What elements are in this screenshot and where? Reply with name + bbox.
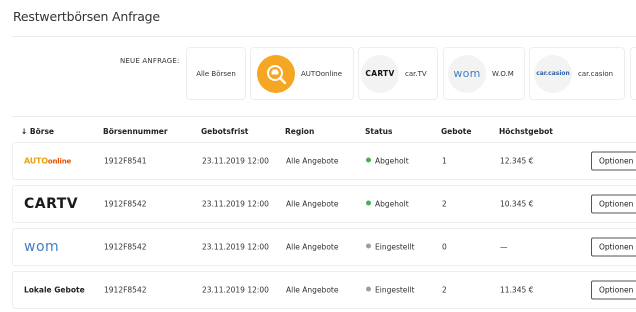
carcasion-logo: car.casion [534,54,572,93]
column-header-gebote[interactable]: Gebote [441,127,471,136]
status-dot-green [366,157,371,163]
boersennummer: 1912F8542 [104,285,147,295]
gebotsfrist: 23.11.2019 12:00 [202,285,269,295]
gebotsfrist: 23.11.2019 12:00 [202,156,269,166]
table-row[interactable]: AUTOonline 1912F8541 23.11.2019 12:00 Al… [12,142,636,180]
status: Abgeholt [366,200,409,209]
lokale-gebote-label: Lokale Gebote [24,285,85,295]
table-row[interactable]: Lokale Gebote 1912F8542 23.11.2019 12:00… [12,271,636,309]
boerse-card-all[interactable]: Alle Börsen [186,47,246,100]
column-header-hoechstgebot[interactable]: Höchstgebot [499,127,553,136]
column-header-boerse[interactable]: ↓ Börse [21,127,54,136]
autoonline-logo: AUTOonline [24,156,72,166]
region: Alle Angebote [286,242,339,252]
gebote-count: 2 [442,199,447,209]
boerse-card-label: Alle Börsen [196,69,236,78]
divider-middle [12,116,636,117]
boersennummer: 1912F8542 [104,199,147,209]
boerse-card-wom[interactable]: wom W.O.M [443,47,525,100]
wom-logo: wom [448,54,486,93]
gebote-count: 2 [442,285,447,295]
table-row[interactable]: wom 1912F8542 23.11.2019 12:00 Alle Ange… [12,228,636,266]
region: Alle Angebote [286,199,339,209]
status: Eingestellt [366,243,415,252]
boerse-card-label: W.O.M [492,69,514,78]
divider-top [12,36,636,37]
boerse-card-label: AUTOonline [301,69,343,78]
new-request-label: NEUE ANFRAGE: [120,57,180,65]
hoechstgebot: — [500,242,508,252]
options-button[interactable]: Optionen [591,194,636,214]
table-row[interactable]: CARTV 1912F8542 23.11.2019 12:00 Alle An… [12,185,636,223]
hoechstgebot: 12.345 € [500,156,534,166]
options-button[interactable]: Optionen [591,237,636,257]
cartv-logo: CARTV [361,54,399,93]
column-header-gebotsfrist[interactable]: Gebotsfrist [201,127,248,136]
boerse-card-autoonline[interactable]: AUTOonline [250,47,354,100]
status: Abgeholt [366,157,409,166]
status-dot-grey [366,286,371,292]
boerse-card-label: car.TV [405,69,427,78]
gebotsfrist: 23.11.2019 12:00 [202,199,269,209]
search-car-icon [257,54,295,93]
boersennummer: 1912F8541 [104,156,147,166]
status-dot-grey [366,243,371,249]
boerse-card-cartv[interactable]: CARTV car.TV [358,47,438,100]
boersennummer: 1912F8542 [104,242,147,252]
status: Eingestellt [366,286,415,295]
column-header-region[interactable]: Region [285,127,314,136]
hoechstgebot: 11.345 € [500,285,534,295]
gebote-count: 1 [442,156,447,166]
region: Alle Angebote [286,156,339,166]
column-header-nummer[interactable]: Börsennummer [103,127,168,136]
region: Alle Angebote [286,285,339,295]
gebotsfrist: 23.11.2019 12:00 [202,242,269,252]
gebote-count: 0 [442,242,447,252]
boerse-card-label: car.casion [578,69,614,78]
page-title: Restwertbörsen Anfrage [13,9,160,24]
cartv-logo: CARTV [24,196,79,212]
column-header-status[interactable]: Status [365,127,392,136]
hoechstgebot: 10.345 € [500,199,534,209]
options-button[interactable]: Optionen [591,280,636,300]
wom-logo: wom [24,239,60,255]
status-dot-green [366,200,371,206]
boerse-card-carcasion[interactable]: car.casion car.casion [529,47,625,100]
options-button[interactable]: Optionen [591,151,636,171]
boerse-card-more[interactable] [630,47,636,100]
